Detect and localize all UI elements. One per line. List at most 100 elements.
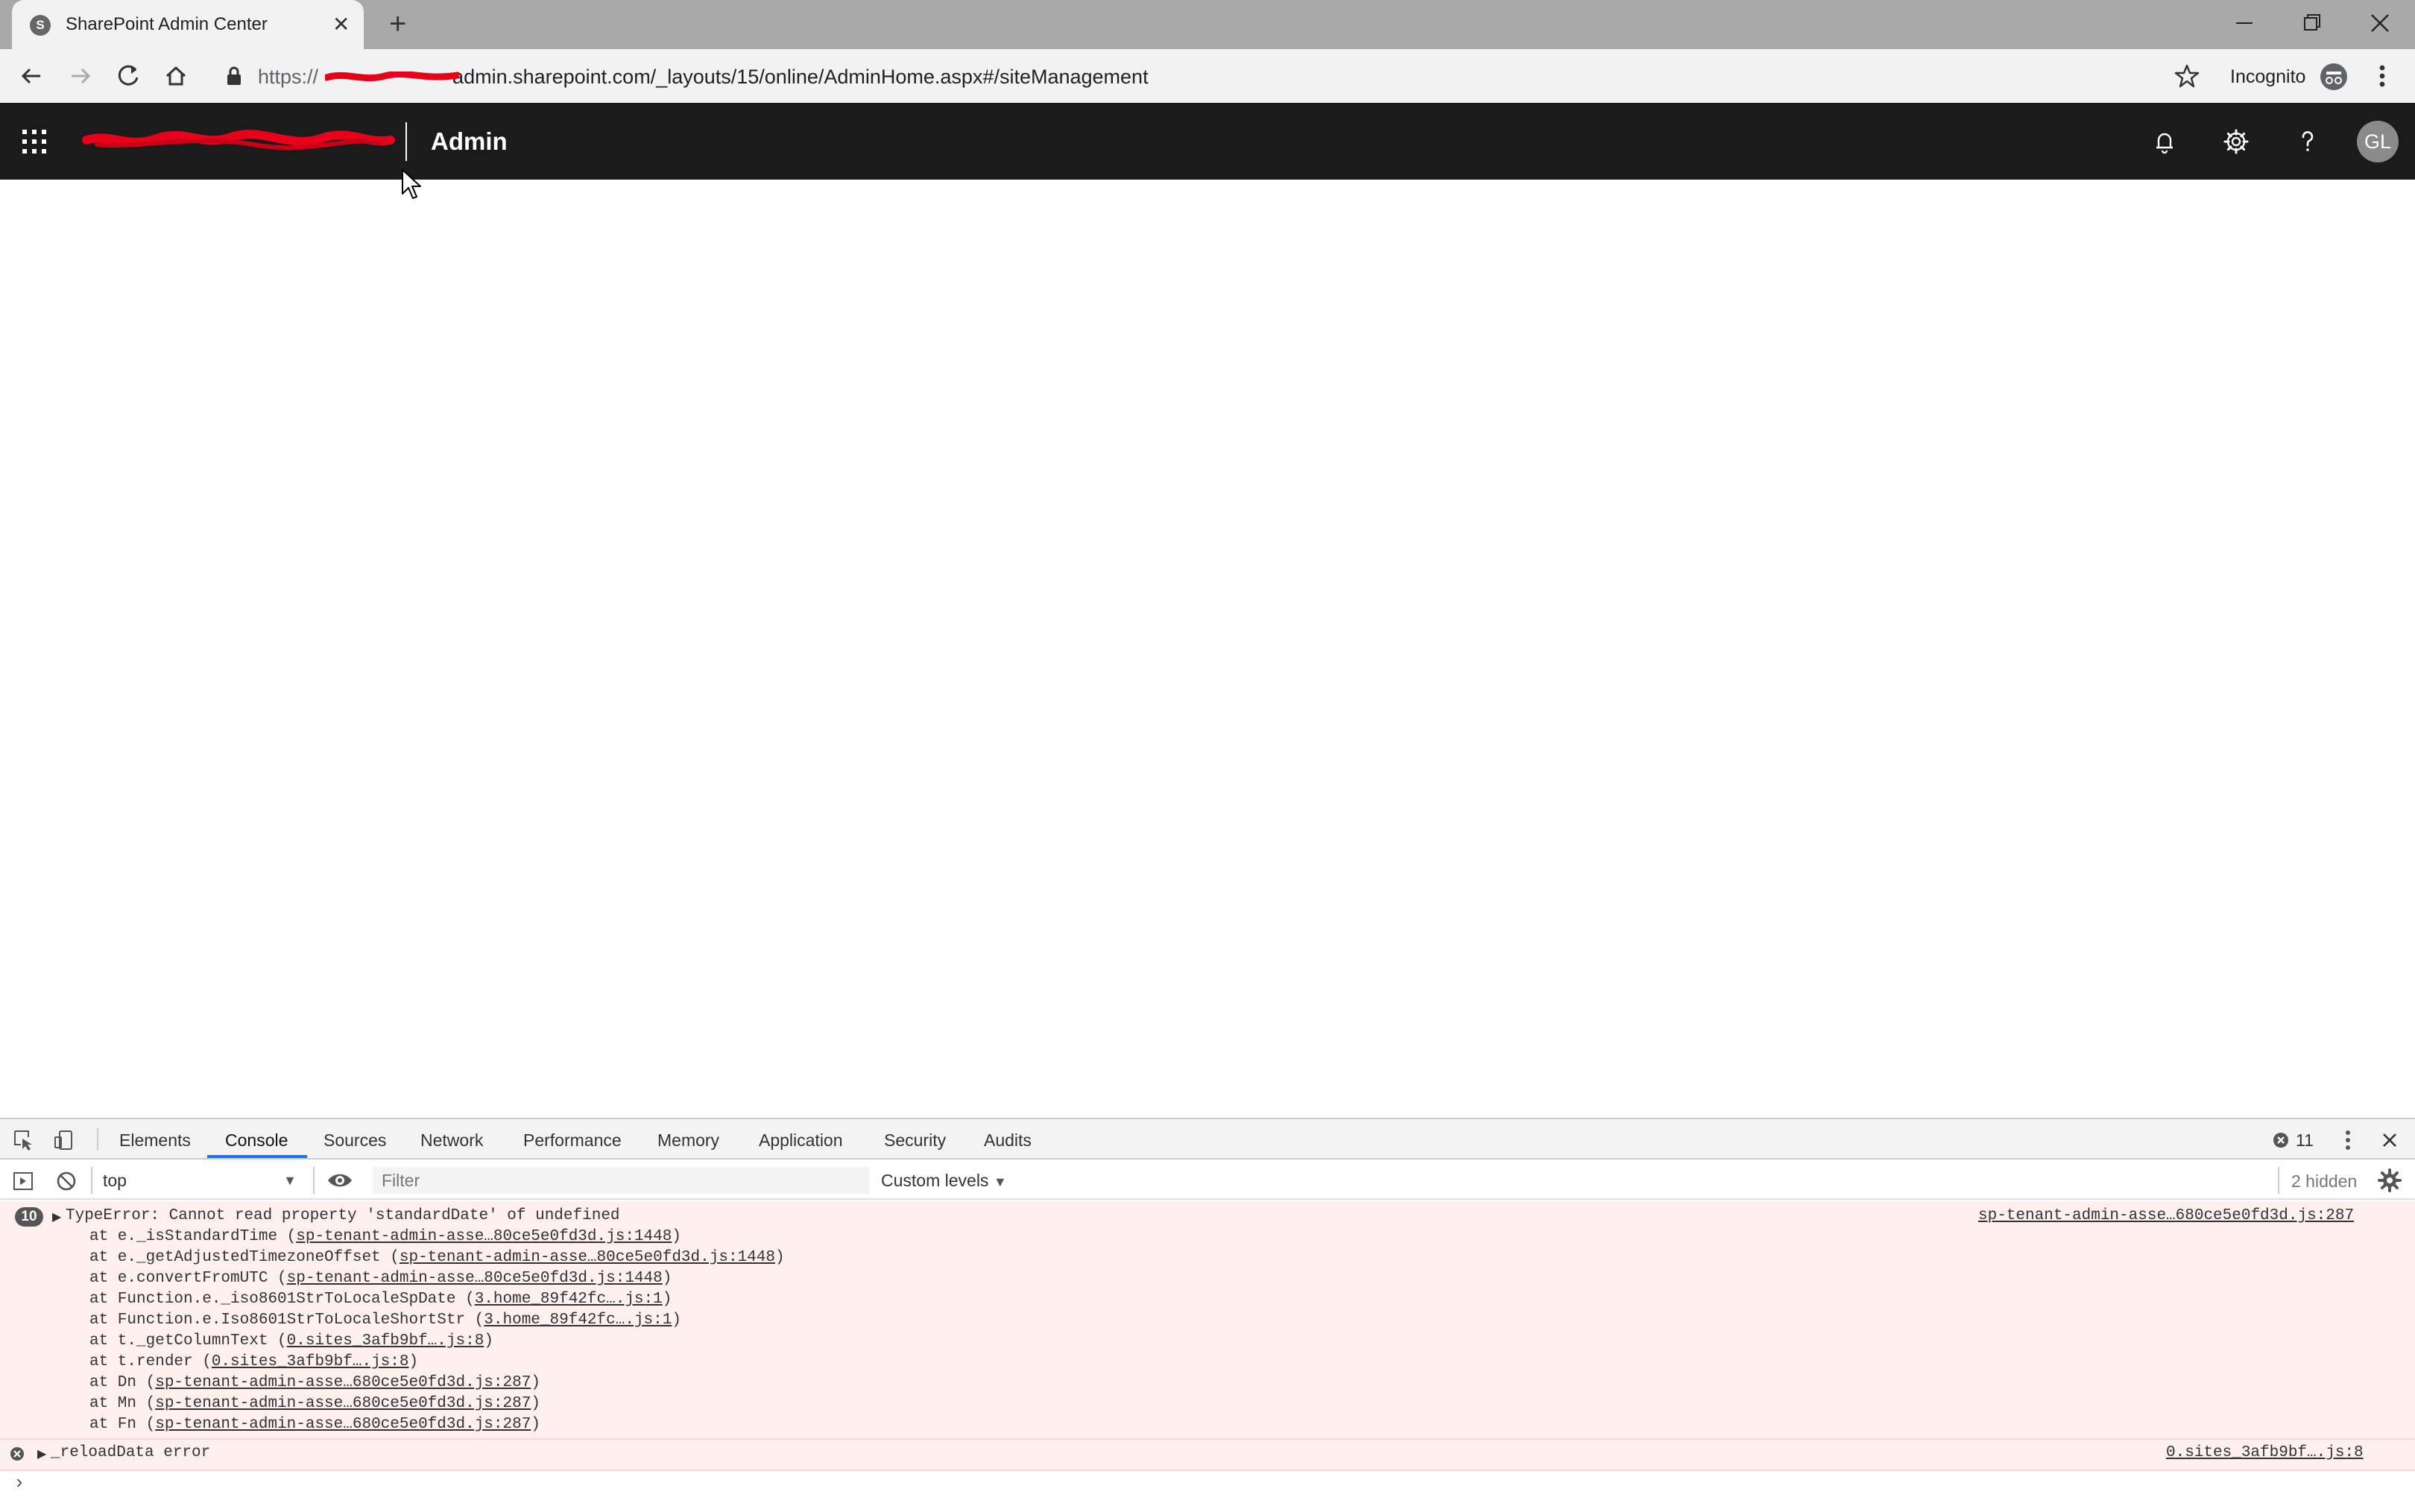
frame-end: ) <box>774 1249 785 1266</box>
url-scheme: https:// <box>258 66 319 88</box>
header-divider <box>405 122 407 161</box>
error-message: TypeError: Cannot read property 'standar… <box>66 1207 620 1224</box>
live-expression-eye-icon[interactable] <box>326 1170 353 1191</box>
frame-link[interactable]: sp-tenant-admin-asse…80ce5e0fd3d.js:1448 <box>400 1249 775 1266</box>
frame-fn: at Mn ( <box>89 1395 156 1412</box>
chevron-down-icon: ▼ <box>283 1173 297 1188</box>
error-source-link-2[interactable]: 0.sites_3afb9bf….js:8 <box>2166 1443 2364 1464</box>
filter-bar-separator-2 <box>313 1167 315 1194</box>
tab-performance[interactable]: Performance <box>523 1128 622 1152</box>
console-filter-input[interactable] <box>373 1167 869 1194</box>
stack-frame: at e._isStandardTime (sp-tenant-admin-as… <box>89 1227 681 1247</box>
frame-fn: at t._getColumnText ( <box>89 1332 287 1350</box>
error-circle-icon[interactable] <box>2272 1131 2290 1149</box>
restore-window-icon[interactable] <box>2278 4 2345 42</box>
lock-icon[interactable] <box>225 66 243 86</box>
devtools-tab-separator <box>97 1128 98 1151</box>
notifications-bell-icon[interactable] <box>2150 127 2179 156</box>
tab-application[interactable]: Application <box>759 1128 843 1152</box>
stack-frame: at e._getAdjustedTimezoneOffset (sp-tena… <box>89 1247 785 1268</box>
url-redaction-scribble <box>325 72 459 82</box>
error-count[interactable]: 11 <box>2296 1128 2314 1152</box>
tab-memory[interactable]: Memory <box>657 1128 719 1152</box>
hidden-messages-count[interactable]: 2 hidden <box>2291 1168 2357 1194</box>
app-launcher-waffle-icon[interactable] <box>21 128 48 155</box>
stack-frame: at e.convertFromUTC (sp-tenant-admin-ass… <box>89 1268 672 1289</box>
mouse-cursor-icon <box>402 169 421 199</box>
frame-fn: at e._getAdjustedTimezoneOffset ( <box>89 1249 400 1266</box>
new-tab-button[interactable]: + <box>389 9 406 39</box>
admin-title[interactable]: Admin <box>431 127 508 156</box>
frame-link[interactable]: 0.sites_3afb9bf….js:8 <box>287 1332 484 1350</box>
tab-console[interactable]: Console <box>225 1128 288 1152</box>
frame-fn: at Fn ( <box>89 1416 156 1433</box>
console-filter-bar <box>0 1160 2415 1200</box>
frame-link[interactable]: sp-tenant-admin-asse…680ce5e0fd3d.js:287 <box>155 1395 531 1412</box>
frame-end: ) <box>672 1312 681 1329</box>
clear-console-icon[interactable] <box>55 1170 78 1192</box>
tab-elements[interactable]: Elements <box>119 1128 191 1152</box>
log-levels-select[interactable]: Custom levels ▼ <box>881 1167 1007 1195</box>
stack-frame: at t._getColumnText (0.sites_3afb9bf….js… <box>89 1331 493 1352</box>
show-sidebar-icon[interactable] <box>12 1170 34 1192</box>
active-tab-indicator <box>207 1155 307 1158</box>
tab-network[interactable]: Network <box>420 1128 483 1152</box>
tab-security[interactable]: Security <box>884 1128 946 1152</box>
sharepoint-favicon-icon: S <box>30 15 51 36</box>
tab-close-icon[interactable]: ✕ <box>332 13 350 36</box>
frame-link[interactable]: 0.sites_3afb9bf….js:8 <box>212 1353 409 1370</box>
frame-end: ) <box>408 1353 419 1370</box>
frame-end: ) <box>531 1395 540 1412</box>
execution-context-value: top <box>103 1171 127 1190</box>
console-settings-gear-icon[interactable] <box>2378 1168 2402 1192</box>
device-toolbar-icon[interactable] <box>52 1128 76 1152</box>
home-icon[interactable] <box>160 60 192 92</box>
execution-context-select[interactable]: top ▼ <box>103 1167 303 1194</box>
minimize-window-icon[interactable] <box>2211 4 2278 42</box>
reload-icon[interactable] <box>112 60 145 92</box>
frame-link[interactable]: sp-tenant-admin-asse…680ce5e0fd3d.js:287 <box>155 1416 531 1433</box>
tab-audits[interactable]: Audits <box>984 1128 1032 1152</box>
incognito-label[interactable]: Incognito <box>2230 64 2305 89</box>
error-circle-icon <box>10 1447 24 1461</box>
frame-end: ) <box>672 1228 681 1245</box>
frame-link[interactable]: 3.home_89f42fc….js:1 <box>475 1291 663 1308</box>
help-question-icon[interactable] <box>2293 127 2323 156</box>
settings-gear-icon[interactable] <box>2221 127 2251 156</box>
incognito-icon[interactable] <box>2320 63 2348 91</box>
frame-fn: at Function.e._iso8601StrToLocaleSpDate … <box>89 1291 475 1308</box>
back-arrow-icon[interactable] <box>15 60 48 92</box>
tab-sources[interactable]: Sources <box>323 1128 386 1152</box>
frame-fn: at Function.e.Iso8601StrToLocaleShortStr… <box>89 1312 484 1329</box>
frame-fn: at e.convertFromUTC ( <box>89 1270 287 1287</box>
stack-frame: at Fn (sp-tenant-admin-asse…680ce5e0fd3d… <box>89 1414 540 1435</box>
stack-frame: at Dn (sp-tenant-admin-asse…680ce5e0fd3d… <box>89 1373 540 1394</box>
expand-triangle-icon[interactable]: ▶ <box>37 1444 46 1465</box>
inspect-element-icon[interactable] <box>12 1128 36 1152</box>
stack-frame: at Mn (sp-tenant-admin-asse…680ce5e0fd3d… <box>89 1394 540 1414</box>
user-avatar[interactable]: GL <box>2357 121 2399 162</box>
devtools-menu-icon[interactable] <box>2340 1127 2355 1154</box>
console-prompt-chevron-icon[interactable]: › <box>13 1473 25 1493</box>
stack-frame: at t.render (0.sites_3afb9bf….js:8) <box>89 1352 418 1373</box>
browser-menu-icon[interactable] <box>2373 61 2391 91</box>
url-path: admin.sharepoint.com/_layouts/15/online/… <box>452 66 1149 88</box>
error-message-2: _reloadData error <box>51 1444 211 1461</box>
frame-link[interactable]: sp-tenant-admin-asse…680ce5e0fd3d.js:287 <box>155 1374 531 1391</box>
forward-arrow-icon[interactable] <box>64 60 97 92</box>
log-levels-value: Custom levels <box>881 1171 989 1190</box>
frame-fn: at e._isStandardTime ( <box>89 1228 297 1245</box>
devtools-close-icon[interactable] <box>2379 1130 2400 1151</box>
tab-title: SharePoint Admin Center <box>66 14 268 34</box>
frame-link[interactable]: sp-tenant-admin-asse…80ce5e0fd3d.js:1448 <box>287 1270 663 1287</box>
frame-end: ) <box>484 1332 493 1350</box>
frame-fn: at t.render ( <box>89 1353 212 1370</box>
frame-link[interactable]: sp-tenant-admin-asse…80ce5e0fd3d.js:1448 <box>296 1228 672 1245</box>
frame-end: ) <box>531 1416 540 1433</box>
frame-link[interactable]: 3.home_89f42fc….js:1 <box>484 1312 672 1329</box>
bookmark-star-icon[interactable] <box>2174 63 2200 89</box>
error-source-link[interactable]: sp-tenant-admin-asse…680ce5e0fd3d.js:287 <box>1978 1206 2354 1227</box>
expand-triangle-icon[interactable]: ▶ <box>52 1207 61 1228</box>
filter-bar-separator <box>91 1167 92 1194</box>
close-window-icon[interactable] <box>2346 4 2414 42</box>
